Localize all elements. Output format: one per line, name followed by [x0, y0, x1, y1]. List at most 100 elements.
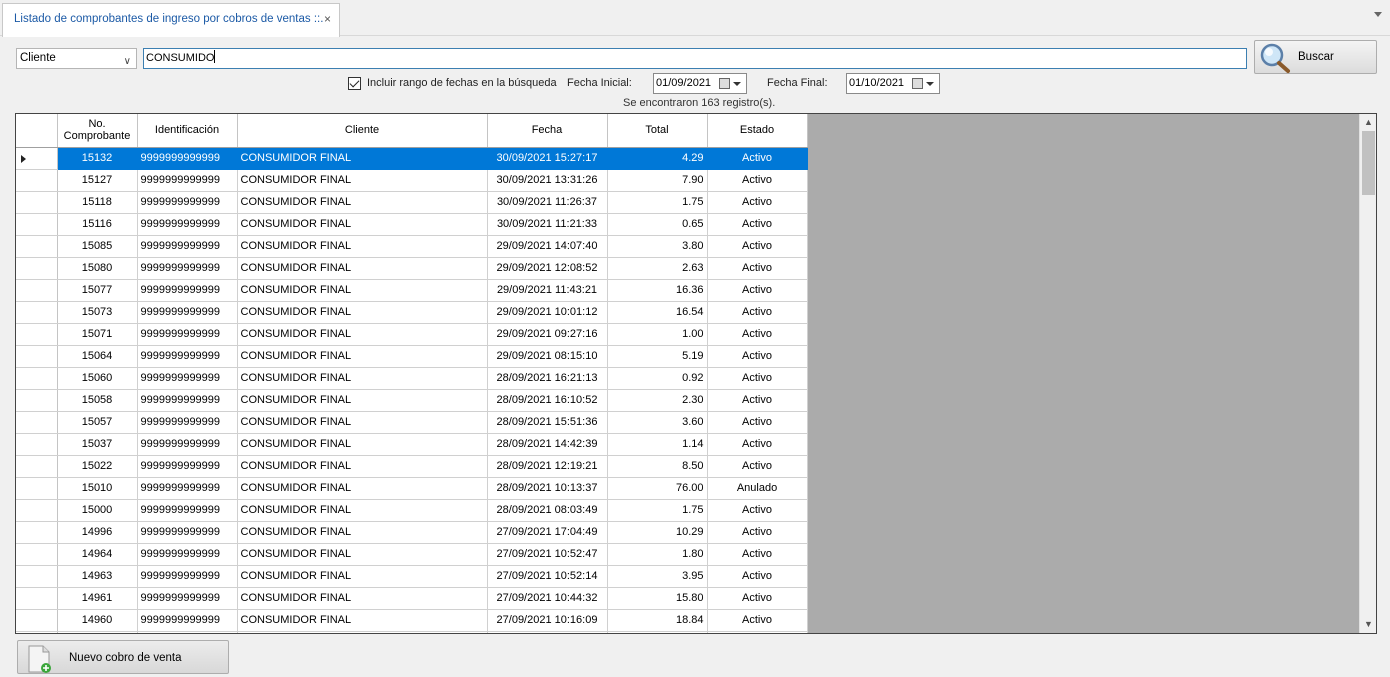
column-header-identificacion[interactable]: Identificación — [137, 114, 238, 148]
row-header[interactable] — [16, 257, 58, 280]
table-cell[interactable]: 27/09/2021 17:04:49 — [487, 521, 608, 544]
table-cell[interactable]: Activo — [707, 213, 808, 236]
table-row[interactable]: 15080 9999999999999 CONSUMIDOR FINAL 29/09/… — [16, 257, 808, 280]
table-cell[interactable]: CONSUMIDOR FINAL — [237, 609, 488, 632]
table-cell[interactable]: 27/09/2021 09:51:20 — [487, 631, 608, 633]
table-cell[interactable]: 9999999999999 — [137, 147, 238, 170]
table-row[interactable]: 15077 9999999999999 CONSUMIDOR FINAL 29/09/… — [16, 279, 808, 302]
table-cell[interactable]: CONSUMIDOR FINAL — [237, 367, 488, 390]
table-cell[interactable]: 15132 — [57, 147, 138, 170]
table-cell[interactable]: Activo — [707, 345, 808, 368]
row-header[interactable] — [16, 279, 58, 302]
table-cell[interactable]: 9999999999999 — [137, 521, 238, 544]
table-cell[interactable]: 3.60 — [607, 411, 708, 434]
table-cell[interactable]: 3.95 — [607, 565, 708, 588]
table-cell[interactable]: Activo — [707, 499, 808, 522]
table-row[interactable]: 15058 9999999999999 CONSUMIDOR FINAL 28/09/… — [16, 389, 808, 412]
table-cell[interactable]: CONSUMIDOR FINAL — [237, 389, 488, 412]
row-header[interactable] — [16, 411, 58, 434]
table-cell[interactable]: 28/09/2021 08:03:49 — [487, 499, 608, 522]
table-cell[interactable]: 15000 — [57, 499, 138, 522]
table-cell[interactable]: 2.30 — [607, 389, 708, 412]
table-cell[interactable]: 15073 — [57, 301, 138, 324]
table-cell[interactable]: CONSUMIDOR FINAL — [237, 191, 488, 214]
table-cell[interactable]: 1.75 — [607, 191, 708, 214]
table-cell[interactable]: 9999999999999 — [137, 279, 238, 302]
table-cell[interactable]: 29/09/2021 08:15:10 — [487, 345, 608, 368]
table-cell[interactable]: 0.92 — [607, 367, 708, 390]
table-cell[interactable]: 27/09/2021 10:44:32 — [487, 587, 608, 610]
table-cell[interactable]: Activo — [707, 323, 808, 346]
table-cell[interactable]: 7.90 — [607, 169, 708, 192]
table-row[interactable]: 15060 9999999999999 CONSUMIDOR FINAL 28/09/… — [16, 367, 808, 390]
table-cell[interactable]: 9999999999999 — [137, 191, 238, 214]
table-cell[interactable]: 15080 — [57, 257, 138, 280]
table-cell[interactable]: 30/09/2021 11:21:33 — [487, 213, 608, 236]
table-cell[interactable]: CONSUMIDOR FINAL — [237, 499, 488, 522]
table-cell[interactable]: Activo — [707, 455, 808, 478]
table-row[interactable]: 15064 9999999999999 CONSUMIDOR FINAL 29/09/… — [16, 345, 808, 368]
table-cell[interactable]: 9999999999999 — [137, 257, 238, 280]
table-cell[interactable]: 8.50 — [607, 455, 708, 478]
table-row[interactable]: 14963 9999999999999 CONSUMIDOR FINAL 27/09/… — [16, 565, 808, 588]
table-cell[interactable]: 9999999999999 — [137, 169, 238, 192]
table-cell[interactable]: 9999999999999 — [137, 499, 238, 522]
table-row[interactable]: 15057 9999999999999 CONSUMIDOR FINAL 28/09/… — [16, 411, 808, 434]
table-cell[interactable]: 9999999999999 — [137, 323, 238, 346]
table-cell[interactable]: 1.80 — [607, 543, 708, 566]
table-cell[interactable]: 28/09/2021 10:13:37 — [487, 477, 608, 500]
table-cell[interactable]: 15116 — [57, 213, 138, 236]
table-cell[interactable]: Activo — [707, 433, 808, 456]
scroll-down-icon[interactable]: ▼ — [1360, 616, 1376, 633]
row-header[interactable] — [16, 301, 58, 324]
search-input[interactable]: CONSUMIDO — [143, 48, 1247, 69]
table-cell[interactable]: 28/09/2021 15:51:36 — [487, 411, 608, 434]
table-cell[interactable]: 1.75 — [607, 499, 708, 522]
row-header[interactable] — [16, 455, 58, 478]
table-cell[interactable]: 15064 — [57, 345, 138, 368]
table-cell[interactable]: 1.00 — [607, 323, 708, 346]
table-cell[interactable]: 14996 — [57, 521, 138, 544]
table-cell[interactable]: 29/09/2021 12:08:52 — [487, 257, 608, 280]
table-cell[interactable]: Activo — [707, 235, 808, 258]
table-cell[interactable]: CONSUMIDOR FINAL — [237, 235, 488, 258]
row-header[interactable] — [16, 521, 58, 544]
table-cell[interactable]: CONSUMIDOR FINAL — [237, 279, 488, 302]
table-row[interactable]: 15022 9999999999999 CONSUMIDOR FINAL 28/09/… — [16, 455, 808, 478]
column-header-estado[interactable]: Estado — [707, 114, 808, 148]
table-cell[interactable]: Activo — [707, 279, 808, 302]
table-cell[interactable]: CONSUMIDOR FINAL — [237, 565, 488, 588]
table-row[interactable]: 15010 9999999999999 CONSUMIDOR FINAL 28/09/… — [16, 477, 808, 500]
table-cell[interactable]: CONSUMIDOR FINAL — [237, 455, 488, 478]
table-cell[interactable]: 30/09/2021 11:26:37 — [487, 191, 608, 214]
table-cell[interactable]: CONSUMIDOR FINAL — [237, 521, 488, 544]
table-cell[interactable]: 28/09/2021 14:42:39 — [487, 433, 608, 456]
row-header[interactable] — [16, 191, 58, 214]
table-cell[interactable]: CONSUMIDOR FINAL — [237, 345, 488, 368]
row-header[interactable] — [16, 389, 58, 412]
table-cell[interactable]: 3.80 — [607, 235, 708, 258]
table-cell[interactable]: Activo — [707, 147, 808, 170]
table-cell[interactable]: Activo — [707, 389, 808, 412]
table-cell[interactable]: CONSUMIDOR FINAL — [237, 147, 488, 170]
table-cell[interactable]: 9999999999999 — [137, 213, 238, 236]
table-row[interactable]: 14960 9999999999999 CONSUMIDOR FINAL 27/09/… — [16, 609, 808, 632]
row-header[interactable] — [16, 169, 58, 192]
table-cell[interactable]: 29/09/2021 14:07:40 — [487, 235, 608, 258]
search-field-select[interactable]: Cliente ∨ — [16, 48, 137, 69]
table-row[interactable]: 15085 9999999999999 CONSUMIDOR FINAL 29/09/… — [16, 235, 808, 258]
new-sale-payment-button[interactable]: Nuevo cobro de venta — [17, 640, 229, 674]
table-row[interactable]: 14996 9999999999999 CONSUMIDOR FINAL 27/09/… — [16, 521, 808, 544]
table-cell[interactable]: Activo — [707, 367, 808, 390]
table-cell[interactable]: 30/09/2021 13:31:26 — [487, 169, 608, 192]
table-cell[interactable]: 76.00 — [607, 477, 708, 500]
table-cell[interactable]: Activo — [707, 587, 808, 610]
table-cell[interactable]: 9999999999999 — [137, 411, 238, 434]
table-cell[interactable]: CONSUMIDOR FINAL — [237, 323, 488, 346]
table-cell[interactable]: Activo — [707, 631, 808, 633]
table-cell[interactable]: 9999999999999 — [137, 367, 238, 390]
table-cell[interactable]: 14955 — [57, 631, 138, 633]
row-header[interactable] — [16, 587, 58, 610]
row-header[interactable] — [16, 433, 58, 456]
table-cell[interactable]: 2.63 — [607, 257, 708, 280]
